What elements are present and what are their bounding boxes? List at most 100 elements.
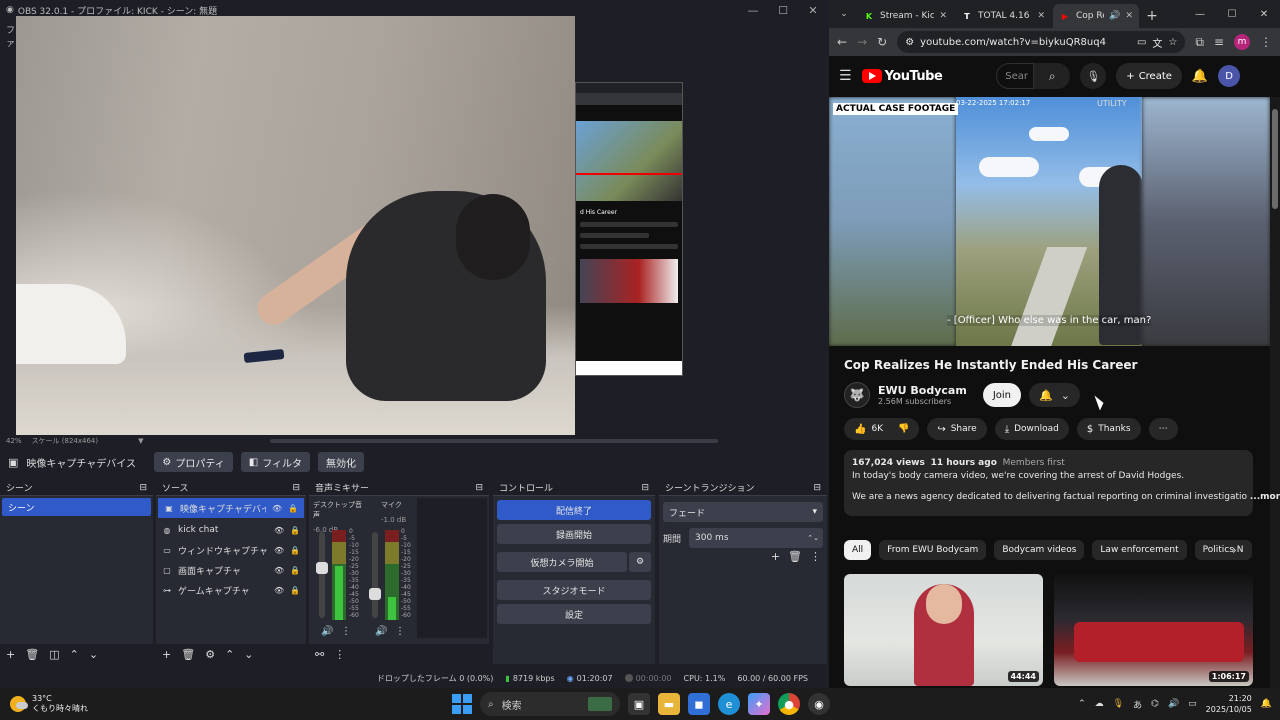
window-capture-preview[interactable]: d His Career xyxy=(575,82,683,376)
notifications-icon[interactable]: 🔔 xyxy=(1261,699,1272,709)
source-item[interactable]: ▢ 画面キャプチャ 👁 🔒 xyxy=(156,560,306,580)
close-icon[interactable]: ✕ xyxy=(1037,11,1045,21)
volume-icon[interactable]: 🔊 xyxy=(1168,699,1179,709)
gear-icon[interactable]: ⚙ xyxy=(629,552,651,572)
ime-indicator[interactable]: あ xyxy=(1133,698,1142,711)
chevron-right-icon[interactable]: › xyxy=(1232,543,1237,557)
volume-fader-mic[interactable] xyxy=(369,532,381,618)
preview-scrollbar[interactable] xyxy=(270,439,718,443)
disable-button[interactable]: 無効化 xyxy=(318,452,365,472)
add-icon[interactable]: + xyxy=(6,648,15,661)
channel-name[interactable]: EWU Bodycam xyxy=(878,384,967,397)
spin-arrows-icon[interactable]: ⌃⌄ xyxy=(807,534,819,542)
fader-knob[interactable] xyxy=(316,562,328,574)
download-button[interactable]: ⤓ Download xyxy=(994,418,1069,440)
filters-button[interactable]: ◧ フィルタ xyxy=(240,452,311,472)
speaker-icon[interactable]: 🔊 xyxy=(375,626,387,637)
microphone-icon[interactable]: 🎙 xyxy=(1113,699,1124,709)
thanks-button[interactable]: $ Thanks xyxy=(1076,418,1141,440)
show-more-link[interactable]: ...more xyxy=(1250,492,1280,502)
link-icon[interactable]: ⚯ xyxy=(315,648,324,661)
new-tab-icon[interactable]: + xyxy=(1141,4,1163,28)
source-item[interactable]: ◍ kick chat 👁 🔒 xyxy=(156,520,306,540)
copilot-icon[interactable]: ✦ xyxy=(748,693,770,715)
related-video-thumbnail[interactable]: 1:06:17 xyxy=(1054,574,1253,686)
back-icon[interactable]: ← xyxy=(837,35,847,49)
source-item[interactable]: ▭ ウィンドウキャプチャ２ 👁 🔒 xyxy=(156,540,306,560)
chip-politics[interactable]: Politics N xyxy=(1194,540,1252,560)
start-recording-button[interactable]: 録画開始 xyxy=(497,524,651,544)
minimize-icon[interactable]: — xyxy=(738,4,768,17)
search-icon[interactable]: ⌕ xyxy=(1034,63,1071,89)
microphone-icon[interactable]: 🎙 xyxy=(1080,63,1107,89)
properties-button[interactable]: ⚙ プロパティ xyxy=(154,452,233,472)
more-icon[interactable]: ⋮ xyxy=(341,626,351,637)
network-icon[interactable]: ⌬ xyxy=(1151,699,1159,709)
more-icon[interactable]: ⋮ xyxy=(334,648,345,661)
settings-button[interactable]: 設定 xyxy=(497,604,651,624)
chip-from-channel[interactable]: From EWU Bodycam xyxy=(879,540,987,560)
tray-overflow-icon[interactable]: ⌃ xyxy=(1078,699,1086,709)
search-input[interactable]: Sear xyxy=(996,63,1035,89)
chip-bodycam[interactable]: Bodycam videos xyxy=(994,540,1085,560)
notifications-bell-icon[interactable]: 🔔 xyxy=(1192,69,1208,84)
audio-icon[interactable]: 🔊 xyxy=(1109,11,1120,21)
taskbar-search[interactable]: ⌕ 検索 xyxy=(480,692,620,716)
zoom-level[interactable]: 42% xyxy=(6,437,22,445)
maximize-icon[interactable]: ☐ xyxy=(1216,9,1248,20)
transition-select[interactable]: フェード ▾ xyxy=(663,502,823,522)
chip-law[interactable]: Law enforcement xyxy=(1092,540,1187,560)
more-icon[interactable]: ⋮ xyxy=(1260,35,1272,49)
profile-avatar[interactable]: m xyxy=(1234,34,1250,50)
dock-menu-icon[interactable]: ⊟ xyxy=(139,483,147,493)
speaker-icon[interactable]: 🔊 xyxy=(321,626,333,637)
studio-mode-button[interactable]: スタジオモード xyxy=(497,580,651,600)
tab-search-icon[interactable]: ⌄ xyxy=(833,3,855,25)
battery-icon[interactable]: ▭ xyxy=(1188,699,1197,709)
page-scrollbar[interactable] xyxy=(1270,97,1280,688)
close-icon[interactable]: ✕ xyxy=(1125,11,1133,21)
lock-icon[interactable]: 🔒 xyxy=(288,504,298,513)
description-box[interactable]: 167,024 views 11 hours ago Members first… xyxy=(844,450,1280,516)
create-button[interactable]: + Create xyxy=(1116,63,1182,89)
channel-avatar[interactable]: 🐺 xyxy=(844,382,870,408)
cast-icon[interactable]: ▭ xyxy=(1137,37,1146,48)
onedrive-icon[interactable]: ☁ xyxy=(1095,699,1104,709)
close-icon[interactable]: ✕ xyxy=(798,4,828,17)
stop-streaming-button[interactable]: 配信終了 xyxy=(497,500,651,520)
eye-icon[interactable]: 👁 xyxy=(274,546,284,555)
eye-icon[interactable]: 👁 xyxy=(274,586,284,595)
dock-menu-icon[interactable]: ⊟ xyxy=(813,483,821,493)
fader-knob[interactable] xyxy=(369,588,381,600)
eye-icon[interactable]: 👁 xyxy=(274,566,284,575)
source-item[interactable]: ▣ 映像キャプチャデバイス 👁 🔒 xyxy=(158,498,304,518)
scrollbar-thumb[interactable] xyxy=(1272,109,1278,209)
video-player[interactable]: ACTUAL CASE FOOTAGE 03-22-2025 17:02:17 … xyxy=(829,97,1270,346)
translate-icon[interactable]: 文 xyxy=(1152,35,1162,50)
minimize-icon[interactable]: — xyxy=(1184,9,1216,20)
task-view-icon[interactable]: ▣ xyxy=(628,693,650,715)
chevron-up-icon[interactable]: ⌃ xyxy=(225,648,234,661)
site-info-icon[interactable]: ⚙ xyxy=(905,37,914,48)
store-icon[interactable]: ◼ xyxy=(688,693,710,715)
obs-icon[interactable]: ◉ xyxy=(808,693,830,715)
chevron-down-icon[interactable]: ⌄ xyxy=(89,648,98,661)
more-icon[interactable]: ⋮ xyxy=(810,550,821,563)
file-explorer-icon[interactable]: ▬ xyxy=(658,693,680,715)
trash-icon[interactable]: 🗑 xyxy=(788,550,802,563)
address-bar[interactable]: ⚙ youtube.com/watch?v=biykuQR8uq4 ▭ 文 ☆ xyxy=(897,31,1186,53)
chip-all[interactable]: All xyxy=(844,540,872,560)
close-icon[interactable]: ✕ xyxy=(939,11,947,21)
dock-menu-icon[interactable]: ⊟ xyxy=(641,483,649,493)
extensions-icon[interactable]: ⧉ xyxy=(1195,35,1204,50)
source-item[interactable]: ⊶ ゲームキャプチャ 👁 🔒 xyxy=(156,580,306,600)
dock-menu-icon[interactable]: ⊟ xyxy=(292,483,300,493)
reload-icon[interactable]: ↻ xyxy=(877,35,887,49)
account-avatar[interactable]: D xyxy=(1218,65,1241,87)
eye-icon[interactable]: 👁 xyxy=(274,526,284,535)
more-actions-button[interactable]: ⋯ xyxy=(1148,418,1178,440)
chevron-down-icon[interactable]: ⌄ xyxy=(244,648,253,661)
scene-item[interactable]: シーン xyxy=(2,498,151,516)
tab-youtube[interactable]: ▶ Cop Real 🔊 ✕ xyxy=(1053,4,1139,28)
preview-canvas[interactable] xyxy=(16,16,575,435)
